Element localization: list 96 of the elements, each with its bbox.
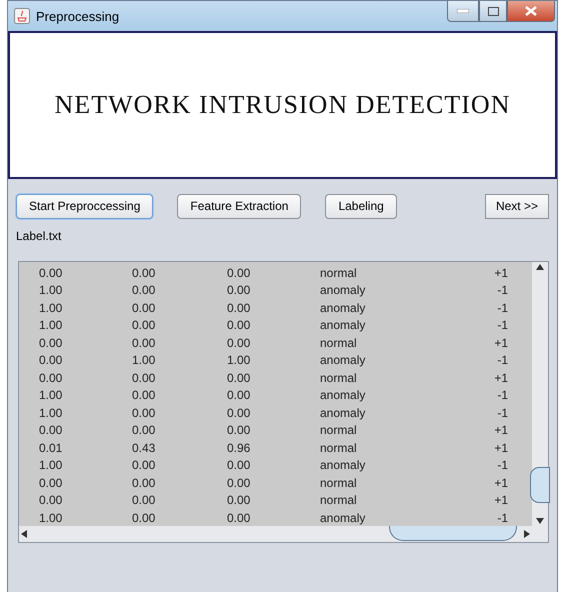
table-cell-text: anomaly	[319, 406, 366, 420]
table-cell-text: 0.00	[226, 370, 250, 385]
table-cell-text: 0.00	[131, 406, 156, 420]
table-cell-text: 0.00	[38, 266, 62, 280]
table-cell: +1	[494, 476, 508, 490]
table-cell-text: 1.00	[38, 300, 62, 315]
scrollbar-thumb[interactable]	[530, 467, 550, 503]
toolbar-button[interactable]: Next >>	[484, 194, 549, 218]
table-cell-text: 0.00	[226, 300, 250, 315]
table-cell-text: 0.00	[131, 336, 156, 350]
table-cell-text: 0.00	[38, 353, 62, 368]
table-cell-text: 0.00	[131, 423, 156, 438]
table-cell-text: anomaly	[319, 318, 366, 332]
table-cell-text: 1.00	[38, 388, 62, 402]
table-cell-text: anomaly	[319, 388, 366, 402]
table-cell-text: 0.00	[131, 370, 156, 385]
table-cell-text: 0.00	[226, 406, 250, 420]
scrollbar-thumb[interactable]	[389, 526, 517, 541]
table-cell-text: 0.00	[226, 423, 250, 438]
table-cell-text: 0.43	[131, 440, 156, 455]
toolbar-button[interactable]: Feature Extraction	[177, 194, 302, 218]
table-cell-text: 0.00	[38, 370, 62, 385]
vertical-scrollbar[interactable]	[532, 262, 548, 526]
table-cell-text: normal	[319, 336, 357, 350]
table-cell-text: 0.00	[131, 266, 156, 280]
toolbar-button[interactable]: Start Preproccessing	[16, 194, 154, 218]
table-cell-text: 1.00	[38, 283, 62, 298]
table-cell-text: 0.00	[226, 336, 250, 350]
minimize-icon	[457, 9, 469, 13]
minimize-button[interactable]	[447, 1, 479, 22]
table-cell-text: 1.00	[38, 458, 62, 472]
table-cell: +1	[494, 440, 508, 455]
table-cell: +1	[494, 370, 508, 385]
table-cell-text: 0.00	[131, 493, 156, 508]
table-cell: +1	[494, 336, 508, 350]
toolbar-button[interactable]: Labeling	[325, 194, 397, 218]
table-cell-text: 0.00	[131, 476, 156, 490]
table-cell: -1	[497, 406, 508, 420]
window-title: Preprocessing	[36, 8, 120, 24]
scroll-left-icon[interactable]	[19, 529, 29, 539]
table-cell-text: normal	[319, 423, 357, 438]
table-cell-text: normal	[319, 266, 357, 280]
table-cell-text: 1.00	[38, 406, 62, 420]
table-cell-text: anomaly	[319, 283, 366, 298]
maximize-button[interactable]	[479, 1, 507, 22]
table-cell: -1	[497, 283, 508, 298]
table-cell-text: anomaly	[319, 458, 366, 472]
table-cell: -1	[497, 388, 508, 402]
close-icon	[525, 6, 537, 16]
close-button[interactable]	[507, 1, 555, 22]
scroll-up-icon[interactable]	[535, 262, 545, 272]
table-cell-text: 0.00	[38, 493, 62, 508]
maximize-icon	[488, 6, 498, 16]
table-cell-text: 0.00	[226, 476, 250, 490]
table-cell: -1	[497, 300, 508, 315]
table-cell-text: 0.00	[226, 266, 250, 280]
table-cell: +1	[494, 423, 508, 438]
horizontal-scrollbar[interactable]	[19, 526, 532, 542]
table-cell-text: anomaly	[319, 300, 366, 315]
table-cell-text: 0.00	[38, 476, 62, 490]
table-cell-text: 0.00	[226, 318, 250, 332]
table-cell-text: 0.00	[226, 510, 250, 525]
table-cell-text: 0.00	[131, 510, 156, 525]
table-cell-text: 0.00	[38, 336, 62, 350]
table-cell-text: 1.00	[38, 318, 62, 332]
table-cell-text: 1.00	[131, 353, 156, 368]
scroll-right-icon[interactable]	[522, 529, 532, 539]
table-cell-text: 0.00	[131, 318, 156, 332]
table-cell-text: 0.00	[131, 300, 156, 315]
table-cell-text: 0.00	[131, 283, 156, 298]
table-cell: -1	[497, 353, 508, 368]
table-cell-text: 0.00	[226, 388, 250, 402]
table-cell-text: 0.00	[226, 493, 250, 508]
table-cell-text: anomaly	[319, 353, 366, 368]
table-cell-text: 0.00	[226, 283, 250, 298]
banner-title: NETWORK INTRUSION DETECTION	[54, 90, 510, 120]
table-cell-text: 0.00	[131, 458, 156, 472]
table-cell-text: 0.00	[131, 388, 156, 402]
table-cell-text: 0.00	[226, 458, 250, 472]
table-cell-text: anomaly	[319, 510, 366, 525]
table-cell: +1	[494, 266, 508, 280]
table-cell-text: 0.00	[38, 423, 62, 438]
table-cell-text: normal	[319, 440, 357, 455]
table-cell-text: 1.00	[38, 510, 62, 525]
table-cell: -1	[497, 318, 508, 332]
table-cell-text: normal	[319, 476, 357, 490]
table-cell-text: normal	[319, 370, 357, 385]
table-cell: +1	[494, 493, 508, 508]
java-app-icon	[14, 8, 30, 24]
table-cell-text: 0.01	[38, 440, 62, 455]
table-cell: -1	[497, 510, 508, 525]
table-cell-text: normal	[319, 493, 357, 508]
table-cell: -1	[497, 458, 508, 472]
table-cell-text: 1.00	[226, 353, 250, 368]
table-cell-text: 0.96	[226, 440, 250, 455]
file-label: Label.txt	[16, 229, 62, 243]
